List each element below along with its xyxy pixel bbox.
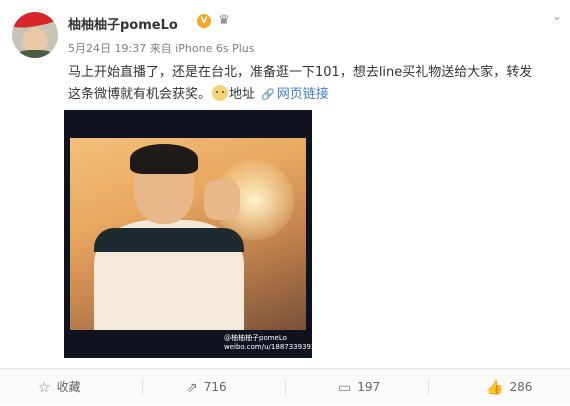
divider — [428, 379, 429, 395]
like-button[interactable]: 👍 286 — [486, 369, 532, 405]
repost-count: 716 — [203, 380, 227, 394]
like-count: 286 — [509, 380, 533, 394]
location-label[interactable]: 地址 — [229, 87, 255, 102]
post-text-line2: 这条微博就有机会获奖。 — [68, 87, 212, 102]
divider — [285, 379, 286, 395]
thumbs-up-icon: 👍 — [486, 380, 504, 396]
avatar[interactable] — [12, 12, 58, 58]
chevron-down-icon[interactable]: ⌄ — [550, 10, 564, 22]
crown-icon[interactable]: ♛ — [216, 13, 232, 29]
repost-icon: ⇗ — [186, 380, 198, 396]
image-hand — [204, 180, 240, 220]
favorite-label: 收藏 — [56, 380, 81, 394]
post-meta: 5月24日 19:37 来自 iPhone 6s Plus — [68, 40, 254, 56]
divider — [142, 379, 143, 395]
repost-button[interactable]: ⇗ 716 — [186, 369, 227, 405]
web-link[interactable]: 网页链接 — [277, 87, 329, 102]
image-hair — [130, 144, 198, 174]
author-name[interactable]: 柚柚柚子pomeLo — [68, 14, 178, 33]
verified-v-icon: V — [197, 14, 211, 28]
source-prefix: 来自 — [149, 42, 172, 55]
post-source[interactable]: iPhone 6s Plus — [175, 42, 254, 55]
favorite-button[interactable]: ☆ 收藏 — [38, 369, 81, 405]
watermark-url: weibo.com/u/1887339392 — [224, 343, 312, 351]
image-sleeve — [94, 228, 244, 252]
watermark-handle: @柚柚柚子pomeLo — [224, 334, 287, 342]
post-date[interactable]: 5月24日 19:37 — [68, 42, 146, 55]
image-watermark: @柚柚柚子pomeLo weibo.com/u/1887339392 — [224, 334, 312, 352]
comment-icon: ▭ — [338, 380, 352, 396]
post-image[interactable]: @柚柚柚子pomeLo weibo.com/u/1887339392 — [64, 110, 312, 358]
star-icon: ☆ — [38, 380, 51, 396]
avatar-body — [16, 50, 54, 58]
comment-count: 197 — [357, 380, 381, 394]
comment-button[interactable]: ▭ 197 — [338, 369, 380, 405]
link-icon: 🔗 — [261, 88, 275, 101]
location-emoji-icon — [212, 85, 229, 101]
post-text-line1: 马上开始直播了，还是在台北，准备逛一下101，想去line买礼物送给大家，转发 — [68, 65, 533, 80]
action-bar: ☆ 收藏 ⇗ 716 ▭ 197 👍 286 — [0, 368, 570, 405]
post-text: 马上开始直播了，还是在台北，准备逛一下101，想去line买礼物送给大家，转发 … — [68, 62, 563, 106]
